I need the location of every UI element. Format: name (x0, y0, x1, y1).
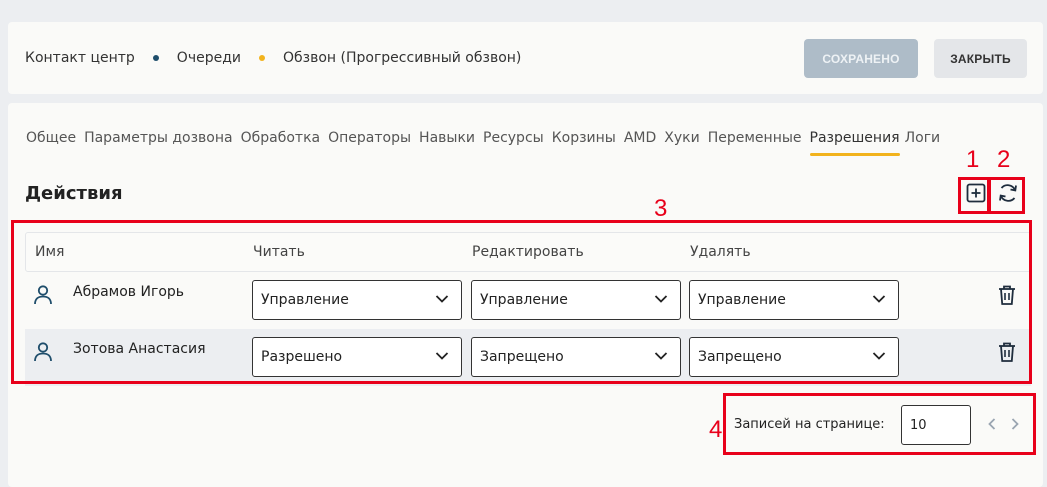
breadcrumb: Контакт центр Очереди Обзвон (Прогрессив… (25, 50, 521, 66)
tab-bar: Общее Параметры дозвона Обработка Операт… (26, 130, 948, 156)
close-button[interactable]: ЗАКРЫТЬ (934, 39, 1027, 78)
tab-operators[interactable]: Операторы (328, 130, 411, 156)
tab-logs[interactable]: Логи (905, 130, 941, 156)
tab-amd[interactable]: AMD (624, 130, 656, 156)
section-title: Действия (25, 183, 123, 204)
tab-buckets[interactable]: Корзины (552, 130, 616, 156)
annotation-box-1 (958, 177, 990, 214)
breadcrumb-contact-center[interactable]: Контакт центр (25, 50, 135, 66)
tab-resources[interactable]: Ресурсы (483, 130, 544, 156)
tab-skills[interactable]: Навыки (419, 130, 475, 156)
annotation-label-4: 4 (709, 416, 723, 443)
breadcrumb-current: Обзвон (Прогрессивный обзвон) (282, 50, 522, 66)
annotation-label-3: 3 (654, 195, 668, 222)
header-bar: Контакт центр Очереди Обзвон (Прогрессив… (8, 22, 1043, 94)
annotation-label-1: 1 (966, 146, 980, 173)
annotation-box-2 (988, 177, 1025, 214)
tab-processing[interactable]: Обработка (241, 130, 321, 156)
tab-variables[interactable]: Переменные (708, 130, 802, 156)
annotation-label-2: 2 (997, 146, 1011, 173)
breadcrumb-queues[interactable]: Очереди (177, 50, 241, 66)
breadcrumb-separator (258, 55, 265, 61)
tab-dial-params[interactable]: Параметры дозвона (84, 130, 233, 156)
annotation-box-3 (11, 220, 1032, 384)
annotation-box-4 (723, 393, 1036, 455)
tab-permissions[interactable]: Разрешения (809, 130, 900, 156)
breadcrumb-separator (152, 55, 159, 61)
tab-hooks[interactable]: Хуки (664, 130, 699, 156)
saved-button[interactable]: СОХРАНЕНО (804, 39, 918, 78)
tab-general[interactable]: Общее (26, 130, 76, 156)
